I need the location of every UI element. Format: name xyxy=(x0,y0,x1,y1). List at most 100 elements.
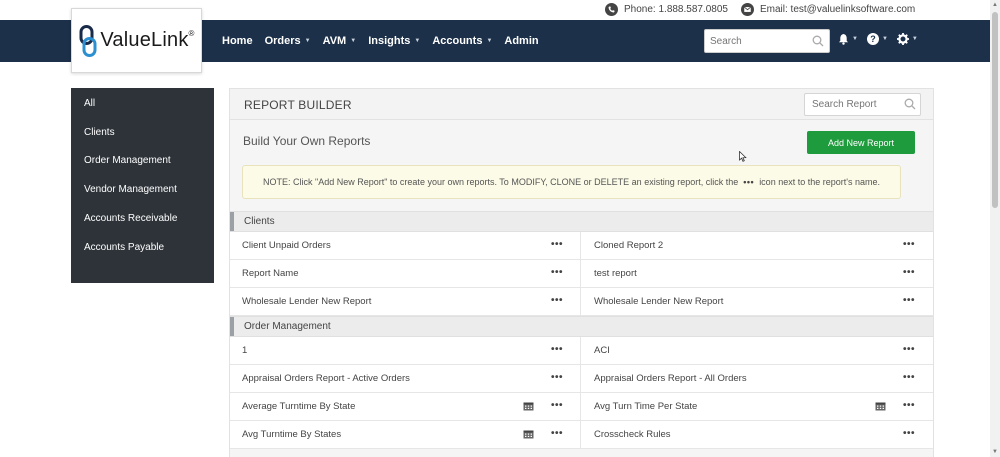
sidebar-item-accounts-receivable[interactable]: Accounts Receivable xyxy=(71,204,214,233)
report-item[interactable]: test report ••• xyxy=(581,260,932,287)
more-options-icon[interactable]: ••• xyxy=(551,295,563,306)
report-item[interactable]: Wholesale Lender New Report ••• xyxy=(230,288,581,315)
section-label: Clients xyxy=(244,216,275,227)
calendar-icon[interactable] xyxy=(523,429,534,439)
nav-menu: Home Orders ▼ AVM ▼ Insights ▼ Accounts ▼ Ad… xyxy=(222,20,551,62)
build-reports-title: Build Your Own Reports xyxy=(243,134,371,148)
brand-name: ValueLink® xyxy=(100,29,194,52)
more-options-icon[interactable]: ••• xyxy=(903,372,915,383)
search-icon[interactable] xyxy=(904,98,916,110)
add-new-report-button[interactable]: Add New Report xyxy=(807,131,915,154)
sidebar-item-label: All xyxy=(84,97,96,109)
report-item[interactable]: Appraisal Orders Report - All Orders ••• xyxy=(581,365,932,392)
bell-icon xyxy=(838,33,849,45)
settings-button[interactable]: ▼ xyxy=(896,33,918,45)
nav-search-input[interactable] xyxy=(705,30,805,52)
nav-home[interactable]: Home xyxy=(222,35,253,47)
more-options-icon[interactable]: ••• xyxy=(551,344,563,355)
report-name: Average Turntime By State xyxy=(242,401,356,412)
report-name: Wholesale Lender New Report xyxy=(594,296,724,307)
section-accent-bar xyxy=(230,212,234,231)
caret-down-icon: ▼ xyxy=(414,38,421,44)
more-options-icon[interactable]: ••• xyxy=(551,267,563,278)
more-options-icon[interactable]: ••• xyxy=(551,428,563,439)
report-search-input[interactable] xyxy=(805,94,900,115)
table-row: Client Unpaid Orders ••• Cloned Report 2 •… xyxy=(230,232,933,260)
report-item[interactable]: Client Unpaid Orders ••• xyxy=(230,232,581,259)
nav-orders-label: Orders xyxy=(264,35,301,47)
report-item[interactable]: Wholesale Lender New Report ••• xyxy=(581,288,932,315)
report-item[interactable]: Report Name ••• xyxy=(230,260,581,287)
caret-down-icon: ▼ xyxy=(486,38,493,44)
nav-accounts-label: Accounts xyxy=(432,35,483,47)
brand-name-text: ValueLink xyxy=(100,29,189,51)
report-name: Report Name xyxy=(242,268,299,279)
more-options-icon: ••• xyxy=(743,177,755,187)
more-options-icon[interactable]: ••• xyxy=(903,295,915,306)
more-options-icon[interactable]: ••• xyxy=(903,267,915,278)
sidebar-item-label: Accounts Payable xyxy=(84,241,165,253)
svg-text:?: ? xyxy=(870,34,876,44)
nav-orders[interactable]: Orders ▼ xyxy=(265,35,311,47)
report-item[interactable]: Avg Turn Time Per State ••• xyxy=(581,393,932,420)
report-name: 1 xyxy=(242,345,248,356)
report-item[interactable]: Crosscheck Rules ••• xyxy=(581,421,932,448)
more-options-icon[interactable]: ••• xyxy=(903,239,915,250)
report-name: Appraisal Orders Report - Active Orders xyxy=(242,373,410,384)
help-button[interactable]: ? ▼ xyxy=(866,33,888,45)
page-scrollbar[interactable]: ▲ ▼ xyxy=(990,0,1000,457)
scrollbar-thumb[interactable] xyxy=(992,12,998,208)
clients-report-list: Client Unpaid Orders ••• Cloned Report 2 •… xyxy=(230,232,933,316)
sidebar-item-label: Order Management xyxy=(84,155,171,167)
more-options-icon[interactable]: ••• xyxy=(903,344,915,355)
report-name: Appraisal Orders Report - All Orders xyxy=(594,373,747,384)
order-management-report-list: 1 ••• ACI ••• Appraisal Orders Report - Ac… xyxy=(230,337,933,449)
caret-down-icon: ▼ xyxy=(852,36,858,42)
sidebar-item-all[interactable]: All xyxy=(71,89,214,118)
report-item[interactable]: Average Turntime By State ••• xyxy=(230,393,581,420)
nav-search-box xyxy=(704,29,830,53)
report-item[interactable]: 1 ••• xyxy=(230,337,581,364)
sidebar-item-vendor-management[interactable]: Vendor Management xyxy=(71,175,214,204)
sidebar-item-order-management[interactable]: Order Management xyxy=(71,147,214,176)
more-options-icon[interactable]: ••• xyxy=(903,400,915,411)
report-name: Avg Turntime By States xyxy=(242,429,342,440)
gear-icon xyxy=(896,33,909,45)
report-search-box xyxy=(804,93,921,116)
caret-down-icon: ▼ xyxy=(304,38,311,44)
help-icon: ? xyxy=(866,33,879,45)
phone-text: Phone: 1.888.587.0805 xyxy=(624,4,728,15)
report-item[interactable]: Appraisal Orders Report - Active Orders •… xyxy=(230,365,581,392)
report-item[interactable]: Cloned Report 2 ••• xyxy=(581,232,932,259)
more-options-icon[interactable]: ••• xyxy=(903,428,915,439)
panel-header: REPORT BUILDER xyxy=(230,89,933,120)
report-item[interactable]: ACI ••• xyxy=(581,337,932,364)
nav-accounts[interactable]: Accounts ▼ xyxy=(432,35,492,47)
page-title: REPORT BUILDER xyxy=(244,98,352,112)
report-name: Avg Turn Time Per State xyxy=(594,401,698,412)
calendar-icon[interactable] xyxy=(523,401,534,411)
brand-logo[interactable]: ValueLink® xyxy=(71,8,202,73)
report-name: Client Unpaid Orders xyxy=(242,240,331,251)
report-category-sidebar: All Clients Order Management Vendor Mana… xyxy=(71,88,214,283)
table-row: Avg Turntime By States ••• Crosscheck Ru… xyxy=(230,421,933,449)
nav-admin-label: Admin xyxy=(504,35,539,47)
nav-insights[interactable]: Insights ▼ xyxy=(368,35,420,47)
nav-avm[interactable]: AVM ▼ xyxy=(323,35,357,47)
report-item[interactable]: Avg Turntime By States ••• xyxy=(230,421,581,448)
nav-admin[interactable]: Admin xyxy=(504,35,538,47)
scroll-up-arrow-icon[interactable]: ▲ xyxy=(992,2,998,8)
scroll-down-arrow-icon[interactable]: ▼ xyxy=(992,449,998,455)
more-options-icon[interactable]: ••• xyxy=(551,400,563,411)
nav-insights-label: Insights xyxy=(368,35,411,47)
caret-down-icon: ▼ xyxy=(911,36,918,42)
chain-link-logo-icon xyxy=(79,24,97,57)
more-options-icon[interactable]: ••• xyxy=(551,372,563,383)
more-options-icon[interactable]: ••• xyxy=(551,239,563,250)
notifications-button[interactable]: ▼ xyxy=(838,33,858,45)
sidebar-item-accounts-payable[interactable]: Accounts Payable xyxy=(71,233,214,262)
report-name: ACI xyxy=(594,345,610,356)
calendar-icon[interactable] xyxy=(875,401,886,411)
sidebar-item-clients[interactable]: Clients xyxy=(71,118,214,147)
search-icon[interactable] xyxy=(812,35,824,47)
